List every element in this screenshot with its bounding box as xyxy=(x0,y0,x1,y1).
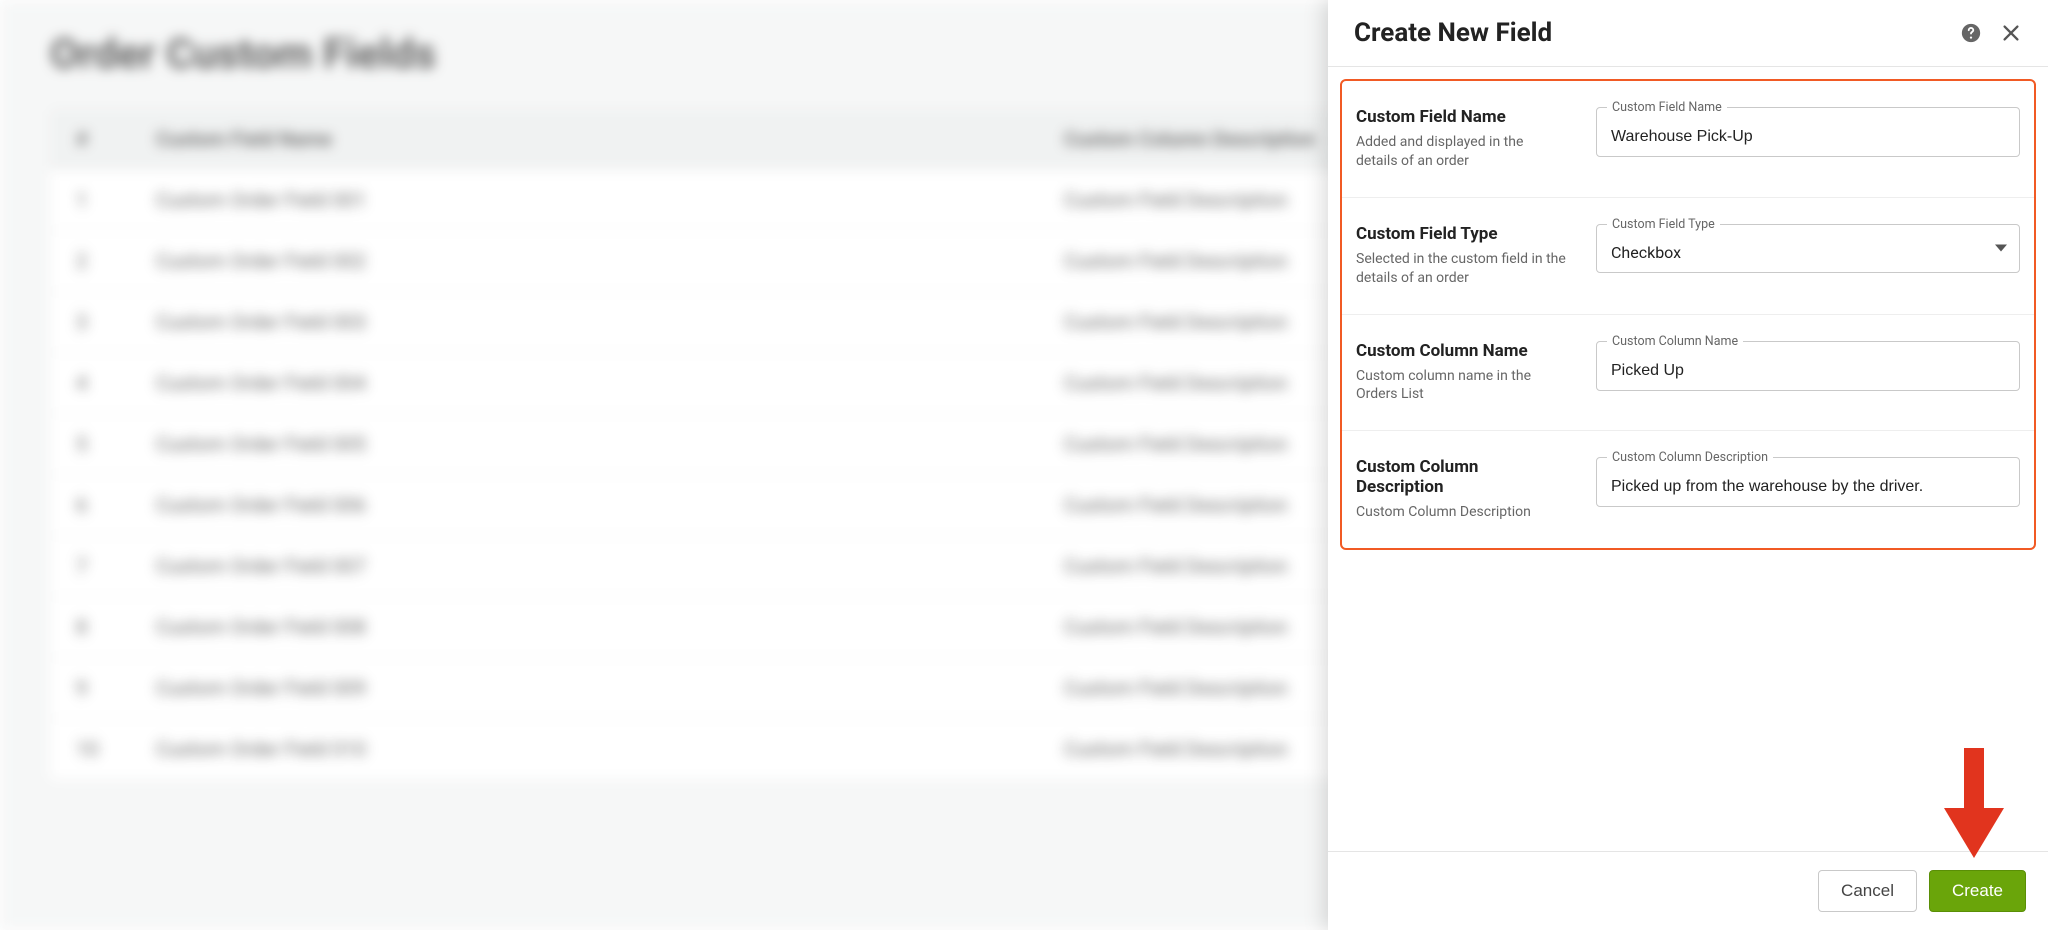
field-name-input[interactable] xyxy=(1611,128,2005,146)
field-name-title: Custom Field Name xyxy=(1356,107,1566,127)
col-name-float-label: Custom Column Name xyxy=(1607,334,1743,349)
close-icon[interactable] xyxy=(2000,22,2022,44)
help-icon[interactable] xyxy=(1960,22,1982,44)
field-name-float-label: Custom Field Name xyxy=(1607,100,1727,115)
field-type-float-label: Custom Field Type xyxy=(1607,217,1720,232)
section-col-name: Custom Column Name Custom column name in… xyxy=(1342,315,2034,432)
col-desc-title: Custom Column Description xyxy=(1356,457,1566,497)
drawer-header-icons xyxy=(1960,22,2022,44)
drawer-footer: Cancel Create xyxy=(1328,851,2048,930)
col-desc-input-wrap: Custom Column Description xyxy=(1596,457,2020,507)
col-desc-input[interactable] xyxy=(1611,478,2005,496)
drawer-body: Custom Field Name Added and displayed in… xyxy=(1328,67,2048,851)
col-name-input-wrap: Custom Column Name xyxy=(1596,341,2020,391)
section-field-name: Custom Field Name Added and displayed in… xyxy=(1342,81,2034,198)
field-type-select[interactable]: Custom Field Type Checkbox xyxy=(1596,224,2020,273)
create-button[interactable]: Create xyxy=(1929,870,2026,912)
field-type-title: Custom Field Type xyxy=(1356,224,1566,244)
field-name-input-wrap: Custom Field Name xyxy=(1596,107,2020,157)
create-field-drawer: Create New Field Custom Field Name xyxy=(1328,0,2048,930)
col-name-desc: Custom column name in the Orders List xyxy=(1356,367,1566,405)
chevron-down-icon xyxy=(1995,245,2007,252)
col-desc-float-label: Custom Column Description xyxy=(1607,450,1773,465)
field-name-desc: Added and displayed in the details of an… xyxy=(1356,133,1566,171)
col-desc-desc: Custom Column Description xyxy=(1356,503,1566,522)
section-field-type: Custom Field Type Selected in the custom… xyxy=(1342,198,2034,315)
field-type-value: Checkbox xyxy=(1611,243,1681,262)
drawer-title: Create New Field xyxy=(1354,18,1552,48)
form-highlight-box: Custom Field Name Added and displayed in… xyxy=(1340,79,2036,550)
section-col-desc: Custom Column Description Custom Column … xyxy=(1342,431,2034,548)
col-name-input[interactable] xyxy=(1611,362,2005,380)
drawer-header: Create New Field xyxy=(1328,0,2048,67)
cancel-button[interactable]: Cancel xyxy=(1818,870,1917,912)
field-type-desc: Selected in the custom field in the deta… xyxy=(1356,250,1566,288)
col-name-title: Custom Column Name xyxy=(1356,341,1566,361)
